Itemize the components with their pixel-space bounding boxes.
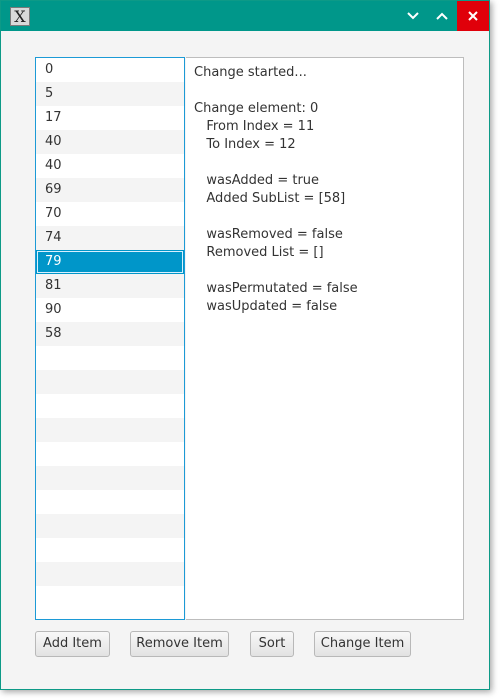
list-item[interactable]: 79 — [36, 250, 184, 274]
sort-button[interactable]: Sort — [250, 631, 294, 657]
log-line: Change element: 0 — [194, 101, 319, 116]
title-bar[interactable]: X — [1, 1, 489, 31]
empty-list-row — [36, 586, 184, 610]
empty-list-row — [36, 538, 184, 562]
list-item[interactable]: 58 — [36, 322, 184, 346]
app-window: X 0 5 17 40 40 69 70 74 79 81 90 58 Change started.… — [0, 0, 490, 690]
list-item[interactable]: 81 — [36, 274, 184, 298]
change-item-button[interactable]: Change Item — [314, 631, 411, 657]
log-line: wasAdded = true — [194, 173, 320, 188]
log-line: Removed List = [] — [194, 245, 324, 260]
number-list[interactable]: 0 5 17 40 40 69 70 74 79 81 90 58 — [35, 57, 185, 620]
minimize-button[interactable] — [398, 1, 428, 31]
log-line: wasPermutated = false — [194, 281, 358, 296]
maximize-button[interactable] — [427, 1, 457, 31]
list-item[interactable]: 5 — [36, 82, 184, 106]
list-item[interactable]: 40 — [36, 130, 184, 154]
log-line: From Index = 11 — [194, 119, 315, 134]
list-item[interactable]: 0 — [36, 58, 184, 82]
change-log-area[interactable]: Change started... Change element: 0 From … — [186, 57, 464, 620]
app-icon: X — [10, 7, 30, 26]
empty-list-row — [36, 490, 184, 514]
list-item[interactable]: 40 — [36, 154, 184, 178]
log-line: Added SubList = [58] — [194, 191, 346, 206]
empty-list-row — [36, 346, 184, 370]
chevron-up-icon — [436, 12, 448, 20]
list-item[interactable]: 69 — [36, 178, 184, 202]
empty-list-row — [36, 370, 184, 394]
remove-item-button[interactable]: Remove Item — [130, 631, 229, 657]
empty-list-row — [36, 394, 184, 418]
chevron-down-icon — [407, 12, 419, 20]
close-button[interactable] — [457, 1, 489, 31]
list-item[interactable]: 70 — [36, 202, 184, 226]
log-line: wasRemoved = false — [194, 227, 343, 242]
close-icon — [468, 11, 478, 21]
empty-list-row — [36, 466, 184, 490]
log-line: Change started... — [194, 65, 307, 80]
add-item-button[interactable]: Add Item — [35, 631, 110, 657]
empty-list-row — [36, 514, 184, 538]
log-line: To Index = 12 — [194, 137, 296, 152]
empty-list-row — [36, 442, 184, 466]
list-item[interactable]: 90 — [36, 298, 184, 322]
log-line: wasUpdated = false — [194, 299, 338, 314]
list-item[interactable]: 74 — [36, 226, 184, 250]
empty-list-row — [36, 562, 184, 586]
empty-list-row — [36, 418, 184, 442]
list-item[interactable]: 17 — [36, 106, 184, 130]
